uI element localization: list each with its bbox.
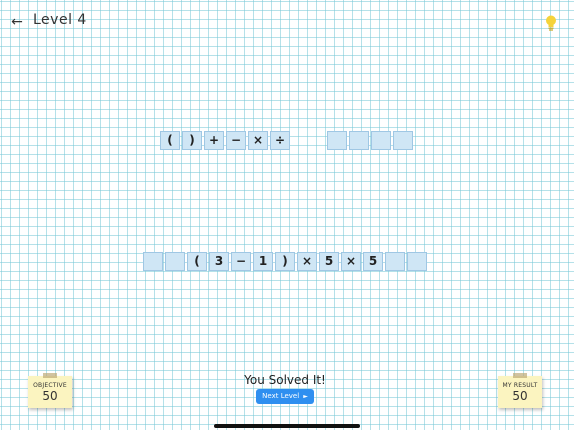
number-slot[interactable] [393, 131, 413, 150]
operator-tile-plus[interactable]: + [204, 131, 224, 150]
objective-label: OBJECTIVE [33, 382, 67, 389]
lightbulb-icon[interactable] [544, 14, 558, 32]
answer-slot[interactable] [385, 252, 405, 271]
answer-tile[interactable]: 3 [209, 252, 229, 271]
next-level-label: Next Level [262, 392, 300, 400]
answer-tile[interactable]: − [231, 252, 251, 271]
operator-tile-minus[interactable]: − [226, 131, 246, 150]
answer-tile[interactable]: 5 [363, 252, 383, 271]
answer-tile[interactable]: × [297, 252, 317, 271]
level-title: Level 4 [33, 12, 87, 28]
answer-slot[interactable] [143, 252, 163, 271]
result-label: MY RESULT [502, 382, 538, 389]
tape [513, 373, 527, 378]
number-slot[interactable] [327, 131, 347, 150]
solved-message: You Solved It! [244, 373, 326, 387]
home-indicator[interactable] [214, 424, 360, 428]
operator-tile-close-paren[interactable]: ) [182, 131, 202, 150]
result-value: 50 [512, 389, 528, 403]
answer-tile[interactable]: 5 [319, 252, 339, 271]
objective-value: 50 [42, 389, 58, 403]
answer-tile[interactable]: × [341, 252, 361, 271]
answer-tile[interactable]: ) [275, 252, 295, 271]
next-level-button[interactable]: Next Level ► [256, 389, 314, 404]
operator-tile-multiply[interactable]: × [248, 131, 268, 150]
back-arrow-icon[interactable]: ← [8, 12, 26, 32]
tape [43, 373, 57, 378]
answer-tile[interactable]: ( [187, 252, 207, 271]
operator-tile-open-paren[interactable]: ( [160, 131, 180, 150]
play-arrow-icon: ► [303, 393, 308, 400]
number-slot[interactable] [349, 131, 369, 150]
operator-tile-divide[interactable]: ÷ [270, 131, 290, 150]
answer-slot[interactable] [407, 252, 427, 271]
answer-tile[interactable]: 1 [253, 252, 273, 271]
objective-note: OBJECTIVE 50 [28, 373, 72, 408]
answer-slot[interactable] [165, 252, 185, 271]
number-slot[interactable] [371, 131, 391, 150]
result-note: MY RESULT 50 [498, 373, 542, 408]
